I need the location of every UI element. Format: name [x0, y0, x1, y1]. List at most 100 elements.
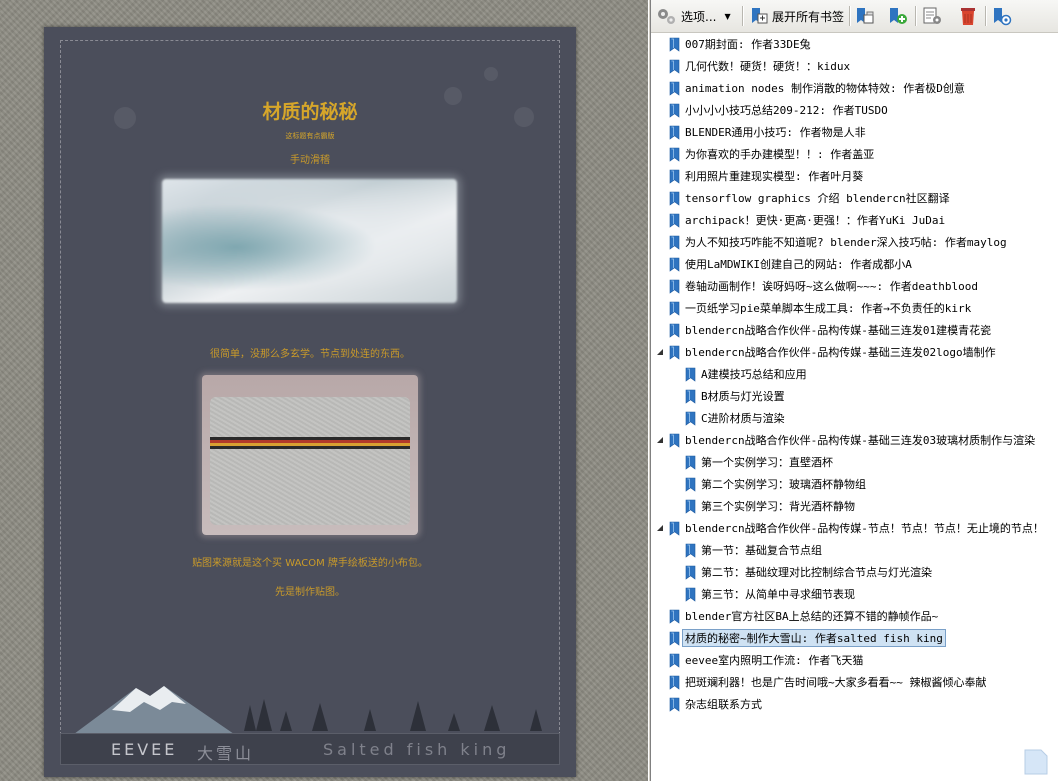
- bookmark-item[interactable]: tensorflow graphics 介绍 blendercn社区翻译: [669, 187, 950, 209]
- bookmark-item[interactable]: blender官方社区BA上总结的还算不错的静帧作品~: [669, 605, 938, 627]
- bookmark-icon: [669, 433, 680, 448]
- bookmark-label: 第二节：基础纹理对比控制综合节点与灯光渲染: [701, 566, 932, 579]
- bookmark-child-item[interactable]: C进阶材质与渲染: [685, 407, 785, 429]
- bookmark-icon: [669, 257, 680, 272]
- bookmark-icon: [669, 323, 680, 338]
- bookmark-label: eevee室内照明工作流: 作者飞天猫: [685, 654, 864, 667]
- bookmark-label: A建模技巧总结和应用: [701, 368, 807, 381]
- bookmark-item[interactable]: animation nodes 制作消散的物体特效: 作者极D创意: [669, 77, 965, 99]
- bookmark-item[interactable]: 007期封面: 作者33DE兔: [669, 33, 811, 55]
- new-bookmark-button[interactable]: [887, 5, 909, 27]
- bookmark-label: blendercn战略合作伙伴-品构传媒-基础三连发03玻璃材质制作与渲染: [685, 434, 1036, 447]
- bookmark-label: 第三节：从简单中寻求细节表现: [701, 588, 855, 601]
- bookmark-label: 卷轴动画制作！诶呀妈呀~这么做啊~~~: 作者deathblood: [685, 280, 978, 293]
- bookmark-label: 第一节：基础复合节点组: [701, 544, 822, 557]
- bookmark-item[interactable]: blendercn战略合作伙伴-品构传媒-基础三连发01建模青花瓷: [669, 319, 991, 341]
- chevron-down-icon: ▼: [724, 11, 731, 21]
- bookmark-label: 材质的秘密~制作大雪山: 作者salted fish king: [682, 629, 946, 647]
- bookmark-label: 杂志组联系方式: [685, 698, 762, 711]
- bookmark-item[interactable]: 卷轴动画制作！诶呀妈呀~这么做啊~~~: 作者deathblood: [669, 275, 978, 297]
- document-paragraph: 贴图来源就是这个买 WACOM 牌手绘板送的小布包。: [192, 558, 428, 569]
- options-button[interactable]: 选项... ▼: [655, 5, 731, 27]
- bookmark-child-item[interactable]: 第三节：从简单中寻求细节表现: [685, 583, 855, 605]
- bookmark-child-item[interactable]: 第二节：基础纹理对比控制综合节点与灯光渲染: [685, 561, 932, 583]
- expand-toggle-icon[interactable]: [655, 347, 665, 357]
- goto-bookmark-button[interactable]: [991, 5, 1013, 27]
- bookmark-icon: [669, 125, 680, 140]
- bookmark-icon: [685, 565, 696, 580]
- bookmark-item[interactable]: archipack！更快·更高·更强！：作者YuKi JuDai: [669, 209, 945, 231]
- bookmark-icon: [685, 477, 696, 492]
- bookmark-item[interactable]: BLENDER通用小技巧: 作者物是人非: [669, 121, 866, 143]
- goto-bookmark-icon: [991, 6, 1013, 26]
- bookmark-item[interactable]: 一页纸学习pie菜单脚本生成工具: 作者→不负责任的kirk: [669, 297, 971, 319]
- footer-brand: EEVEE: [111, 740, 178, 759]
- bookmark-item[interactable]: blendercn战略合作伙伴-品构传媒-节点！节点！节点！无止境的节点！: [657, 517, 1044, 539]
- bookmark-child-item[interactable]: B材质与灯光设置: [685, 385, 785, 407]
- bookmark-item[interactable]: eevee室内照明工作流: 作者飞天猫: [669, 649, 863, 671]
- bookmark-item[interactable]: 小小小小技巧总结209-212: 作者TUSDO: [669, 99, 888, 121]
- bookmark-item[interactable]: 使用LaMDWIKI创建自己的网站: 作者成都小A: [669, 253, 912, 275]
- delete-button[interactable]: [957, 5, 979, 27]
- document-page: 材质的秘秘 这标题有点霸版 手动滑稽 很简单，没那么多玄学。节点到处连的东西。 …: [44, 27, 576, 777]
- document-subtitle: 这标题有点霸版: [285, 132, 335, 140]
- document-paragraph: 先是制作贴图。: [275, 587, 345, 598]
- bookmark-label: 几何代数！硬货！硬货！：kidux: [685, 60, 851, 73]
- bookmark-item[interactable]: 把斑斓利器！也是广告时间哦~大家多看看~~ 辣椒酱倾心奉献: [669, 671, 987, 693]
- bookmark-icon: [685, 389, 696, 404]
- bag-stripe: [210, 446, 410, 449]
- toolbar-separator: [742, 6, 744, 26]
- bookmark-child-item[interactable]: 第一个实例学习：直壁酒杯: [685, 451, 833, 473]
- bookmark-label: B材质与灯光设置: [701, 390, 785, 403]
- bookmark-label: 一页纸学习pie菜单脚本生成工具: 作者→不负责任的kirk: [685, 302, 972, 315]
- bookmark-label: archipack！更快·更高·更强！：作者YuKi JuDai: [685, 214, 946, 227]
- properties-icon: [921, 6, 943, 26]
- bookmark-label: blender官方社区BA上总结的还算不错的静帧作品~: [685, 610, 939, 623]
- bookmark-icon: [685, 367, 696, 382]
- bookmark-icon: [669, 521, 680, 536]
- toolbar-separator: [849, 6, 851, 26]
- bookmark-icon: [669, 631, 680, 646]
- bookmark-icon: [685, 455, 696, 470]
- bookmark-icon: [669, 213, 680, 228]
- bookmark-item[interactable]: 利用照片重建现实模型: 作者叶月葵: [669, 165, 863, 187]
- bookmark-item[interactable]: 为人不知技巧咋能不知道呢? blender深入技巧帖: 作者maylog: [669, 231, 1007, 253]
- expand-toggle-icon[interactable]: [655, 435, 665, 445]
- bookmark-icon: [669, 81, 680, 96]
- collapse-icon: [854, 6, 876, 26]
- bookmark-child-item[interactable]: A建模技巧总结和应用: [685, 363, 807, 385]
- snowflake-decoration: [484, 67, 498, 81]
- bookmark-label: 第三个实例学习：背光酒杯静物: [701, 500, 855, 513]
- bookmark-child-item[interactable]: 第三个实例学习：背光酒杯静物: [685, 495, 855, 517]
- bookmark-icon: [669, 37, 680, 52]
- bookmark-label: blendercn战略合作伙伴-品构传媒-基础三连发01建模青花瓷: [685, 324, 992, 337]
- bookmark-item[interactable]: blendercn战略合作伙伴-品构传媒-基础三连发02logo墙制作: [657, 341, 996, 363]
- bookmark-child-item[interactable]: 第一节：基础复合节点组: [685, 539, 822, 561]
- bookmark-label: tensorflow graphics 介绍 blendercn社区翻译: [685, 192, 950, 205]
- expand-all-label: 展开所有书签: [772, 9, 845, 24]
- document-viewer[interactable]: 材质的秘秘 这标题有点霸版 手动滑稽 很简单，没那么多玄学。节点到处连的东西。 …: [0, 0, 648, 781]
- bookmark-icon: [669, 103, 680, 118]
- bookmark-item[interactable]: blendercn战略合作伙伴-品构传媒-基础三连发03玻璃材质制作与渲染: [657, 429, 1036, 451]
- bookmark-child-item[interactable]: 第二个实例学习：玻璃酒杯静物组: [685, 473, 866, 495]
- bookmark-label: 007期封面: 作者33DE兔: [685, 38, 811, 51]
- bookmark-item[interactable]: 材质的秘密~制作大雪山: 作者salted fish king: [669, 627, 946, 649]
- bookmark-icon: [669, 169, 680, 184]
- bookmark-icon: [669, 653, 680, 668]
- bookmark-item[interactable]: 杂志组联系方式: [669, 693, 762, 715]
- bookmark-item[interactable]: 几何代数！硬货！硬货！：kidux: [669, 55, 850, 77]
- footer-zh: 大雪山: [197, 744, 255, 763]
- expand-all-button[interactable]: 展开所有书签: [749, 5, 844, 27]
- expand-toggle-icon[interactable]: [655, 523, 665, 533]
- felt-surface: [210, 397, 410, 525]
- bookmarks-toolbar: 选项... ▼ 展开所有书签: [651, 0, 1058, 33]
- bookmark-tree[interactable]: 007期封面: 作者33DE兔几何代数！硬货！硬货！：kidux animatio…: [651, 33, 1058, 781]
- bookmark-icon: [669, 191, 680, 206]
- bookmarks-panel: 选项... ▼ 展开所有书签 007期封面: 作者33DE兔 几何代数！硬货！硬…: [651, 0, 1058, 781]
- bookmark-label: 小小小小技巧总结209-212: 作者TUSDO: [685, 104, 888, 117]
- bookmark-item[interactable]: 为你喜欢的手办建模型！！: 作者盖亚: [669, 143, 874, 165]
- bookmark-label: blendercn战略合作伙伴-品构传媒-节点！节点！节点！无止境的节点！: [685, 522, 1044, 535]
- properties-button[interactable]: [921, 5, 943, 27]
- collapse-button[interactable]: [854, 5, 876, 27]
- bookmark-label: 把斑斓利器！也是广告时间哦~大家多看看~~ 辣椒酱倾心奉献: [685, 676, 987, 689]
